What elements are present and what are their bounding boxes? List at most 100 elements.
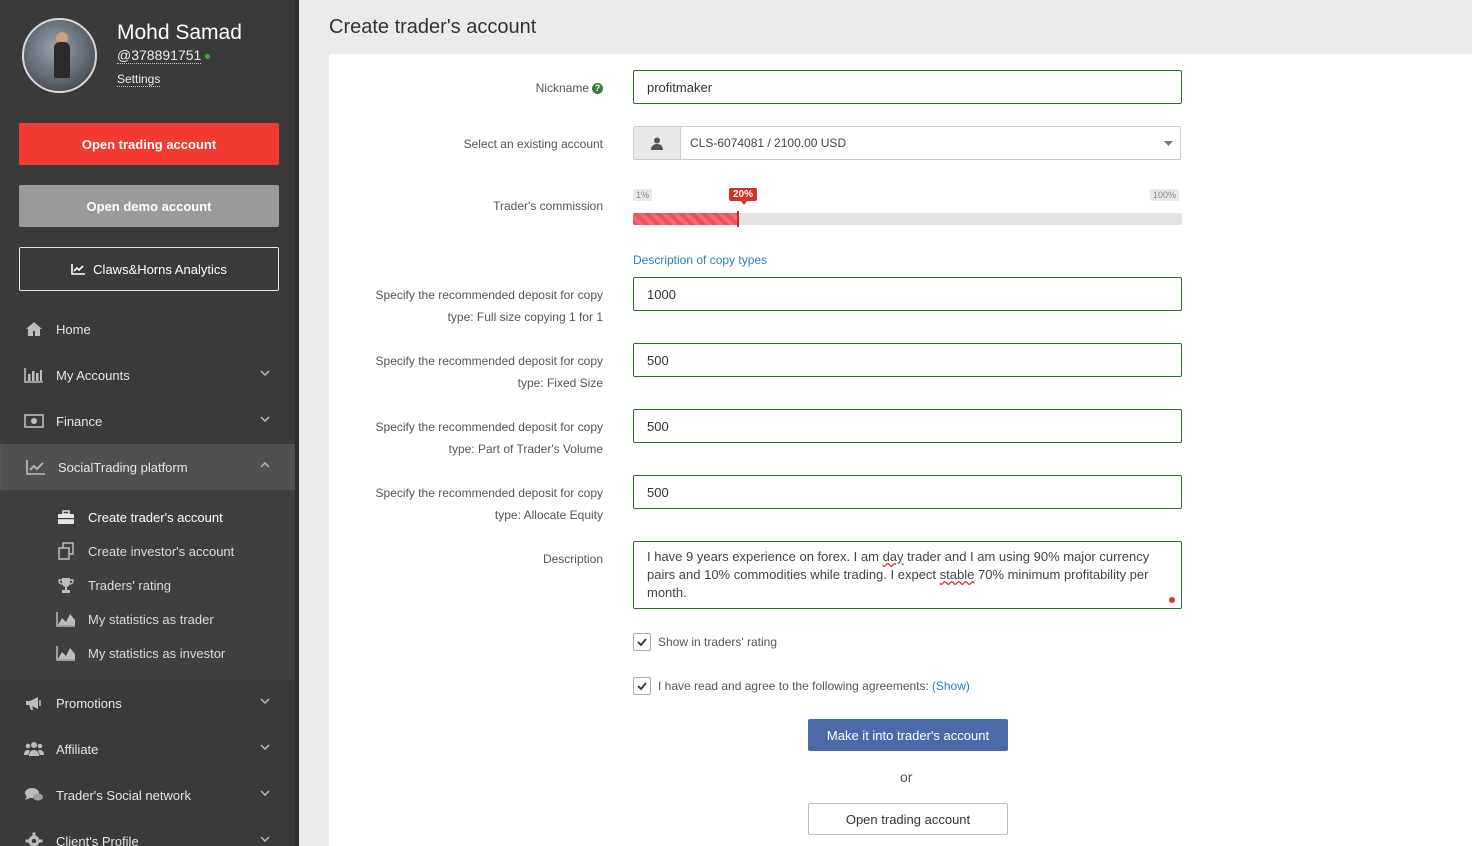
deposit-label-fixed-size: Specify the recommended deposit for copy… [375, 354, 603, 390]
spellcheck-word: day [882, 549, 904, 564]
nav-promotions[interactable]: Promotions [0, 680, 295, 726]
megaphone-icon [23, 694, 45, 712]
chevron-up-icon [260, 462, 270, 468]
submenu-traders-rating[interactable]: Traders' rating [0, 568, 295, 602]
check-icon [637, 682, 647, 690]
user-name: Mohd Samad [117, 21, 242, 44]
check-icon [637, 638, 647, 646]
deposit-label-part-volume: Specify the recommended deposit for copy… [375, 420, 603, 456]
deposit-input-part-volume[interactable]: 500 [633, 409, 1182, 443]
chat-icon [23, 786, 45, 804]
area-chart-icon [56, 610, 76, 628]
home-icon [23, 320, 45, 338]
submenu-create-investor[interactable]: Create investor's account [0, 534, 295, 568]
show-rating-checkbox[interactable] [633, 633, 651, 651]
nav-socialtrading[interactable]: SocialTrading platform [0, 444, 295, 490]
open-demo-account-button[interactable]: Open demo account [19, 185, 279, 227]
settings-link[interactable]: Settings [117, 72, 161, 87]
description-textarea[interactable]: I have 9 years experience on forex. I am… [633, 541, 1182, 609]
commission-label: Trader's commission [493, 199, 603, 213]
area-chart-icon [56, 644, 76, 662]
submenu-label: My statistics as investor [88, 645, 226, 661]
socialtrading-submenu: Create trader's account Create investor'… [0, 490, 295, 680]
grammar-indicator-icon [1169, 597, 1175, 603]
user-profile: Mohd Samad @378891751 Settings [0, 0, 299, 110]
agreement-row: I have read and agree to the following a… [633, 677, 970, 695]
deposit-label-full-size: Specify the recommended deposit for copy… [375, 288, 603, 324]
deposit-input-allocate-equity[interactable]: 500 [633, 475, 1182, 509]
nav-label: My Accounts [56, 367, 130, 383]
sidebar-divider [295, 0, 299, 846]
description-label: Description [542, 552, 603, 566]
chevron-down-icon [260, 744, 270, 750]
caret-down-icon [1156, 127, 1180, 159]
commission-current-label: 20% [729, 188, 758, 205]
nav-label: Affiliate [56, 741, 99, 757]
trophy-icon [56, 576, 76, 594]
submenu-label: Create trader's account [88, 509, 223, 525]
sidebar: Mohd Samad @378891751 Settings Open trad… [0, 0, 299, 846]
nickname-label: Nickname? [536, 77, 603, 99]
nav-my-accounts[interactable]: My Accounts [0, 352, 295, 398]
bar-chart-icon [23, 366, 45, 384]
account-label: Select an existing account [463, 137, 603, 151]
submenu-stats-investor[interactable]: My statistics as investor [0, 636, 295, 670]
chevron-down-icon [260, 790, 270, 796]
online-status-icon [205, 54, 210, 59]
account-select-value: CLS-6074081 / 2100.00 USD [690, 136, 847, 150]
analytics-label: Claws&Horns Analytics [93, 261, 227, 277]
nav-label: Trader's Social network [56, 787, 191, 803]
deposit-label-allocate-equity: Specify the recommended deposit for copy… [375, 486, 603, 522]
page-title: Create trader's account [329, 16, 537, 38]
open-trading-account-button[interactable]: Open trading account [19, 123, 279, 165]
nav-label: Home [56, 321, 91, 337]
chevron-down-icon [260, 836, 270, 842]
chevron-down-icon [260, 370, 270, 376]
nickname-input[interactable]: profitmaker [633, 70, 1182, 104]
spellcheck-word: stable [939, 567, 975, 582]
submenu-create-trader[interactable]: Create trader's account [0, 500, 295, 534]
agreement-label: I have read and agree to the following a… [658, 679, 929, 693]
commission-slider-fill [633, 213, 738, 225]
commission-min-label: 1% [633, 189, 653, 201]
account-select[interactable]: CLS-6074081 / 2100.00 USD [633, 126, 1181, 160]
show-rating-row: Show in traders' rating [633, 633, 777, 651]
nav-finance[interactable]: Finance [0, 398, 295, 444]
briefcase-icon [56, 508, 76, 526]
copy-icon [56, 542, 76, 560]
show-rating-label: Show in traders' rating [658, 635, 778, 649]
commission-slider-track[interactable] [633, 213, 1182, 225]
agreement-show-link[interactable]: (Show) [932, 679, 970, 693]
avatar[interactable] [22, 18, 97, 93]
users-icon [23, 740, 45, 758]
analytics-button[interactable]: Claws&Horns Analytics [19, 247, 279, 291]
submenu-stats-trader[interactable]: My statistics as trader [0, 602, 295, 636]
money-icon [23, 412, 45, 430]
line-chart-icon [71, 264, 86, 275]
nav-client-profile[interactable]: Client's Profile [0, 818, 295, 846]
make-trader-account-button[interactable]: Make it into trader's account [808, 719, 1008, 751]
nav-label: SocialTrading platform [58, 459, 188, 475]
nav-home[interactable]: Home [0, 306, 295, 352]
nav-label: Client's Profile [56, 833, 139, 846]
deposit-input-fixed-size[interactable]: 500 [633, 343, 1182, 377]
gear-icon [23, 832, 45, 846]
agreement-checkbox[interactable] [633, 677, 651, 695]
help-icon[interactable]: ? [592, 83, 603, 95]
nav-affiliate[interactable]: Affiliate [0, 726, 295, 772]
deposit-input-full-size[interactable]: 1000 [633, 277, 1182, 311]
user-id: @378891751 [117, 47, 202, 64]
chevron-down-icon [260, 416, 270, 422]
line-chart-icon [25, 458, 47, 476]
submenu-label: Traders' rating [88, 577, 171, 593]
nav-label: Promotions [56, 695, 122, 711]
copy-types-link[interactable]: Description of copy types [633, 253, 767, 267]
nav-social-network[interactable]: Trader's Social network [0, 772, 295, 818]
user-icon [634, 127, 681, 159]
submenu-label: My statistics as trader [88, 611, 214, 627]
or-separator: or [900, 769, 913, 785]
nav-label: Finance [56, 413, 103, 429]
commission-slider-handle[interactable] [737, 211, 739, 227]
open-trading-account-secondary-button[interactable]: Open trading account [808, 803, 1008, 835]
chevron-down-icon [260, 698, 270, 704]
